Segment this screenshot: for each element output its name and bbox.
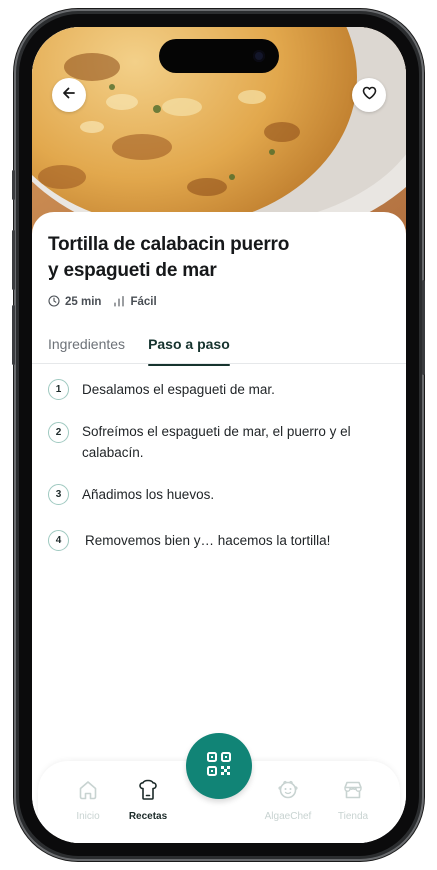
nav-label: AlgaeChef	[264, 811, 312, 822]
nav-item-algaechef[interactable]: AlgaeChef	[253, 779, 323, 822]
nav-item-recetas[interactable]: Recetas	[113, 779, 183, 822]
qr-code-icon	[206, 751, 232, 782]
step-text: Desalamos el espagueti de mar.	[82, 382, 275, 397]
phone-side-button	[12, 230, 15, 290]
nav-item-tienda[interactable]: Tienda	[318, 779, 388, 822]
dynamic-island	[159, 39, 279, 73]
qr-scan-button[interactable]	[186, 733, 252, 799]
phone-side-button	[12, 305, 15, 365]
home-icon	[77, 779, 99, 806]
tab-paso-a-paso[interactable]: Paso a paso	[148, 336, 230, 366]
step-item: 3 Añadimos los huevos.	[48, 484, 390, 505]
recipe-time: 25 min	[48, 294, 102, 310]
nav-label: Tienda	[337, 811, 369, 822]
recipe-difficulty-value: Fácil	[130, 296, 157, 308]
favorite-button[interactable]	[352, 78, 386, 112]
chef-hat-icon	[137, 779, 159, 806]
recipe-title-line: Tortilla de calabacin puerro	[48, 234, 290, 255]
nav-label: Inicio	[76, 811, 100, 822]
recipe-meta: 25 min Fácil	[48, 293, 169, 311]
camera-dot	[253, 50, 265, 62]
step-number: 4	[48, 530, 69, 551]
step-item: 4 Removemos bien y… hacemos la tortilla!	[48, 530, 390, 551]
recipe-title: Tortilla de calabacin puerro y espagueti…	[48, 232, 338, 284]
step-text: Añadimos los huevos.	[82, 487, 215, 502]
phone-side-button	[12, 170, 15, 200]
phone-screen: Tortilla de calabacin puerro y espagueti…	[32, 27, 406, 843]
step-text: Sofreímos el espagueti de mar, el puerro…	[82, 424, 351, 460]
recipe-difficulty: Fácil	[113, 295, 157, 310]
step-number: 1	[48, 379, 69, 400]
tab-ingredientes[interactable]: Ingredientes	[48, 336, 125, 360]
app-stage: Tortilla de calabacin puerro y espagueti…	[0, 0, 437, 870]
algae-chef-icon	[277, 779, 299, 806]
step-item: 1 Desalamos el espagueti de mar.	[48, 379, 390, 400]
back-button[interactable]	[52, 78, 86, 112]
shop-icon	[342, 779, 364, 806]
nav-label: Recetas	[128, 811, 168, 822]
heart-icon	[362, 86, 377, 105]
clock-icon	[48, 294, 60, 310]
recipe-hero-image	[32, 27, 406, 242]
phone-side-button	[422, 280, 425, 375]
step-number: 2	[48, 422, 69, 443]
step-text: Removemos bien y… hacemos la tortilla!	[85, 533, 331, 548]
recipe-time-value: 25 min	[65, 296, 102, 308]
recipe-title-line: y espagueti de mar	[48, 260, 217, 281]
difficulty-bars-icon	[113, 295, 125, 310]
tabs-divider	[32, 363, 406, 364]
step-number: 3	[48, 484, 69, 505]
step-item: 2 Sofreímos el espagueti de mar, el puer…	[48, 421, 390, 463]
recipe-tabs: Ingredientes Paso a paso	[48, 336, 230, 366]
arrow-left-icon	[62, 86, 76, 105]
